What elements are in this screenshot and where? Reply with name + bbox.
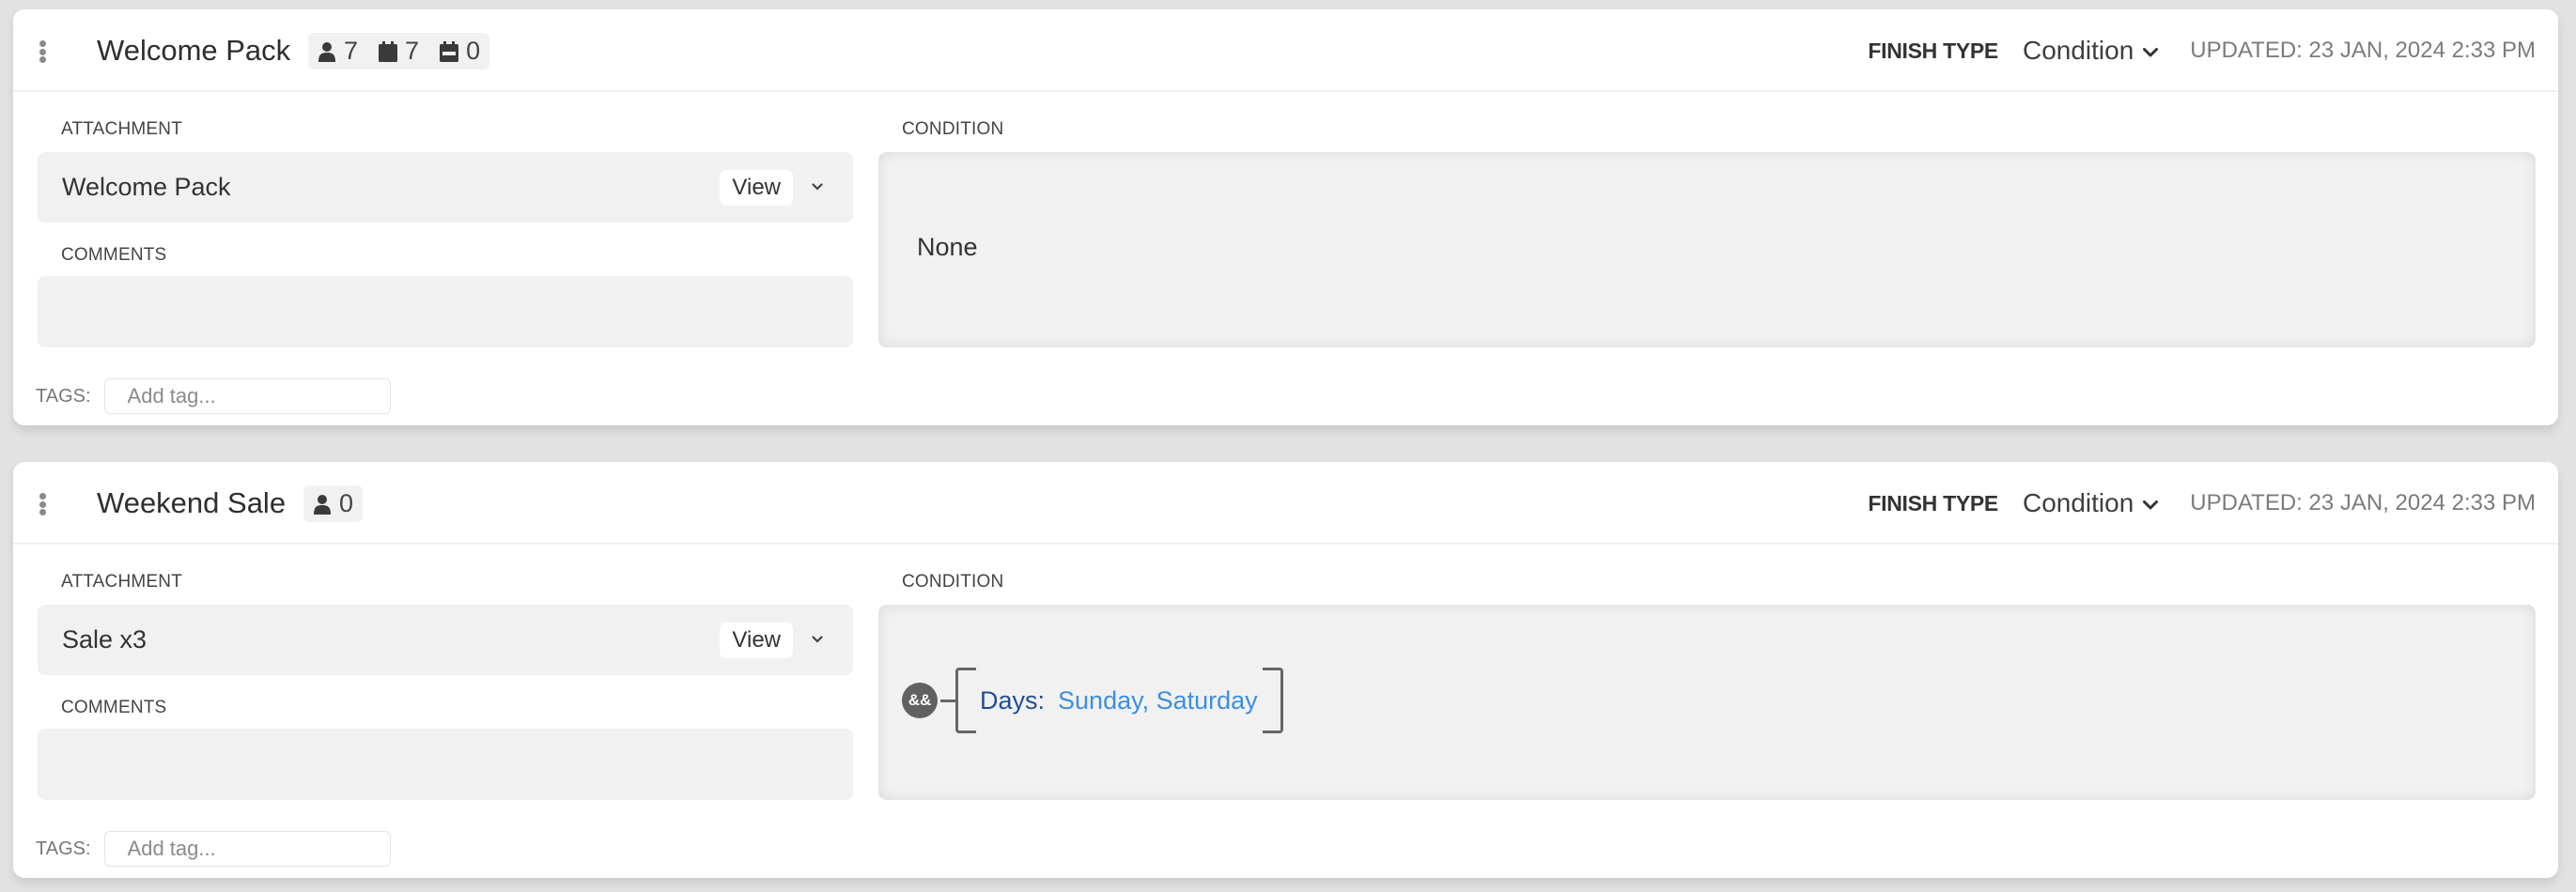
user-count: 7: [344, 37, 359, 65]
view-attachment-button[interactable]: View: [720, 623, 793, 658]
user-count-badge: 7: [318, 37, 358, 66]
user-icon: [314, 494, 331, 515]
condition-panel[interactable]: None: [878, 152, 2536, 347]
condition-panel[interactable]: && Days: Sunday, Saturday: [878, 605, 2536, 800]
card-header: Welcome Pack 7 7 0 FINISH TYPE Condition…: [13, 9, 2558, 92]
user-icon: [318, 41, 335, 62]
calendar-range-count: 0: [466, 37, 481, 65]
attachment-field: Sale x3 View: [38, 605, 853, 675]
updated-timestamp: UPDATED: 23 JAN, 2024 2:33 PM: [2190, 490, 2536, 515]
finish-type-label: FINISH TYPE: [1868, 490, 1998, 515]
comments-input[interactable]: [38, 276, 853, 347]
comments-label: COMMENTS: [61, 245, 167, 265]
finish-type-select[interactable]: Condition: [2022, 488, 2159, 518]
comments-label: COMMENTS: [61, 698, 167, 717]
attachment-field: Welcome Pack View: [38, 152, 853, 223]
calendar-count-badge: 7: [379, 37, 419, 66]
stats-badges: 0: [303, 485, 364, 522]
bracket-right: [1262, 668, 1283, 733]
condition-tree: && Days: Sunday, Saturday: [902, 667, 1283, 734]
condition-label: CONDITION: [902, 572, 1004, 592]
tree-connector: [940, 699, 955, 702]
rule-card: Welcome Pack 7 7 0 FINISH TYPE Condition…: [13, 9, 2558, 425]
finish-type-select[interactable]: Condition: [2022, 36, 2159, 66]
attachment-name: Welcome Pack: [62, 173, 231, 201]
tags-row: TAGS:: [36, 378, 391, 414]
view-attachment-button[interactable]: View: [720, 170, 793, 206]
condition-key: Days:: [980, 685, 1046, 715]
attachment-label: ATTACHMENT: [61, 572, 183, 592]
condition-rule[interactable]: Days: Sunday, Saturday: [976, 686, 1263, 715]
and-operator-badge[interactable]: &&: [902, 683, 938, 718]
comments-input[interactable]: [38, 729, 853, 800]
tags-label: TAGS:: [36, 838, 91, 859]
finish-type-label: FINISH TYPE: [1868, 38, 1998, 63]
user-count-badge: 0: [313, 489, 353, 518]
card-title: Welcome Pack: [97, 34, 291, 67]
header-right: FINISH TYPE Condition UPDATED: 23 JAN, 2…: [1868, 483, 2536, 524]
user-count: 0: [339, 489, 354, 517]
tags-row: TAGS:: [36, 831, 391, 867]
attachment-name: Sale x3: [62, 625, 147, 654]
header-right: FINISH TYPE Condition UPDATED: 23 JAN, 2…: [1868, 30, 2536, 71]
chevron-down-icon: [2143, 48, 2159, 57]
finish-type-value: Condition: [2022, 488, 2134, 517]
calendar-range-count-badge: 0: [440, 37, 480, 66]
tags-label: TAGS:: [36, 385, 91, 407]
attachment-dropdown-chevron-icon[interactable]: [812, 183, 823, 191]
calendar-icon: [379, 40, 398, 62]
add-tag-input[interactable]: [103, 378, 391, 414]
drag-handle-icon[interactable]: [38, 40, 47, 63]
page: Welcome Pack 7 7 0 FINISH TYPE Condition…: [0, 0, 2576, 892]
card-title: Weekend Sale: [97, 486, 287, 519]
attachment-label: ATTACHMENT: [61, 119, 183, 139]
updated-timestamp: UPDATED: 23 JAN, 2024 2:33 PM: [2190, 38, 2536, 63]
condition-value: Sunday, Saturday: [1058, 685, 1258, 715]
stats-badges: 7 7 0: [308, 33, 490, 69]
bracket-left: [955, 668, 976, 733]
card-header: Weekend Sale 0 FINISH TYPE Condition UPD…: [13, 462, 2558, 545]
rule-card: Weekend Sale 0 FINISH TYPE Condition UPD…: [13, 462, 2558, 878]
calendar-count: 7: [405, 37, 420, 65]
chevron-down-icon: [2143, 500, 2159, 510]
attachment-dropdown-chevron-icon[interactable]: [812, 636, 823, 643]
drag-handle-icon[interactable]: [38, 493, 47, 515]
finish-type-value: Condition: [2022, 36, 2134, 65]
calendar-range-icon: [440, 40, 459, 62]
add-tag-input[interactable]: [103, 831, 391, 867]
condition-label: CONDITION: [902, 119, 1004, 139]
condition-none-text: None: [917, 233, 978, 261]
